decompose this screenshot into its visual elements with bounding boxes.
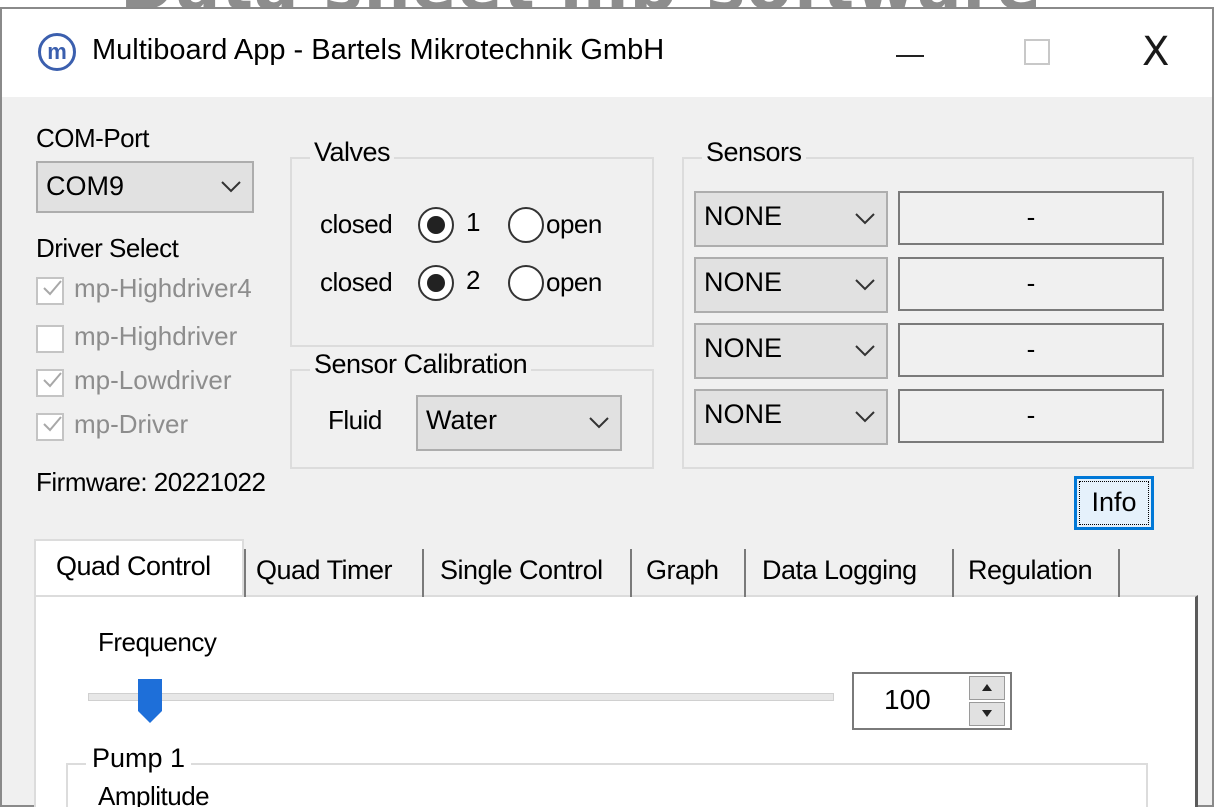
multiboard-logo-icon: m — [38, 33, 76, 71]
valve1-closed-radio[interactable] — [418, 207, 454, 243]
driver-checkbox-label: mp-Lowdriver — [74, 365, 232, 395]
app-window: m Multiboard App - Bartels Mikrotechnik … — [0, 7, 1214, 807]
tab-quad-timer[interactable]: Quad Timer — [256, 545, 416, 597]
spin-down-button[interactable] — [969, 702, 1005, 726]
driver-select-label: Driver Select — [36, 233, 179, 263]
chevron-down-icon — [220, 163, 242, 209]
spin-up-button[interactable] — [969, 676, 1005, 700]
sensor4-readout: - — [898, 389, 1164, 443]
valve2-open-label: open — [546, 267, 602, 297]
frequency-label: Frequency — [98, 627, 217, 657]
sensor-calibration-legend: Sensor Calibration — [310, 349, 532, 380]
tab-data-logging[interactable]: Data Logging — [762, 545, 948, 597]
tab-single-control[interactable]: Single Control — [440, 545, 626, 597]
com-port-select[interactable]: COM9 — [36, 161, 254, 213]
tab-quad-control[interactable]: Quad Control — [34, 539, 244, 595]
sensor2-readout: - — [898, 257, 1164, 311]
pump1-group: Pump 1 — [66, 743, 1148, 807]
pump1-legend: Pump 1 — [86, 743, 192, 774]
driver-checkbox-label: mp-Highdriver4 — [74, 273, 252, 303]
driver-checkbox-highdriver4[interactable]: mp-Highdriver4 — [36, 273, 286, 309]
sensor3-type-select[interactable]: NONE — [694, 323, 888, 379]
sensor3-type-value: NONE — [704, 333, 783, 363]
valves-legend: Valves — [310, 137, 395, 168]
fluid-value: Water — [426, 405, 498, 435]
frequency-input[interactable]: 100 — [852, 672, 1012, 730]
checkbox-box — [36, 413, 64, 441]
sensors-legend: Sensors — [702, 137, 806, 168]
sensor4-type-select[interactable]: NONE — [694, 389, 888, 445]
chevron-down-icon — [588, 397, 610, 447]
maximize-icon — [1024, 39, 1050, 65]
sensor4-type-value: NONE — [704, 399, 783, 429]
firmware-label: Firmware: 20221022 — [36, 467, 266, 497]
tab-graph[interactable]: Graph — [646, 545, 734, 597]
driver-checkbox-driver[interactable]: mp-Driver — [36, 409, 286, 445]
valve1-closed-label: closed — [320, 209, 393, 239]
minimize-icon — [896, 55, 924, 57]
com-port-label: COM-Port — [36, 123, 150, 153]
sensor1-type-value: NONE — [704, 201, 783, 231]
valve2-closed-radio[interactable] — [418, 265, 454, 301]
tab-regulation[interactable]: Regulation — [968, 545, 1118, 597]
amplitude-label: Amplitude — [98, 781, 210, 807]
valve1-open-label: open — [546, 209, 602, 239]
tab-separator — [630, 549, 632, 597]
chevron-down-icon — [854, 259, 876, 309]
valve2-open-radio[interactable] — [508, 265, 544, 301]
valve2-closed-label: closed — [320, 267, 393, 297]
info-button[interactable]: Info — [1074, 476, 1154, 530]
sensor1-type-select[interactable]: NONE — [694, 191, 888, 247]
tab-separator — [244, 549, 246, 597]
driver-checkbox-label: mp-Driver — [74, 409, 189, 439]
tab-separator — [422, 549, 424, 597]
driver-checkbox-highdriver[interactable]: mp-Highdriver — [36, 321, 286, 357]
frequency-slider-track[interactable] — [88, 693, 834, 701]
chevron-down-icon — [854, 391, 876, 441]
chevron-down-icon — [854, 193, 876, 243]
fluid-label: Fluid — [328, 405, 382, 435]
tab-separator — [1118, 549, 1120, 597]
close-button[interactable]: X — [1124, 23, 1194, 79]
checkbox-box — [36, 277, 64, 305]
sensor2-type-select[interactable]: NONE — [694, 257, 888, 313]
frequency-value: 100 — [884, 684, 931, 715]
driver-checkbox-lowdriver[interactable]: mp-Lowdriver — [36, 365, 286, 401]
driver-checkbox-label: mp-Highdriver — [74, 321, 238, 351]
chevron-down-icon — [854, 325, 876, 375]
tab-separator — [744, 549, 746, 597]
close-icon: X — [1142, 29, 1170, 75]
title-bar: m Multiboard App - Bartels Mikrotechnik … — [2, 9, 1212, 97]
frequency-slider-thumb[interactable] — [138, 679, 162, 723]
checkbox-box — [36, 369, 64, 397]
sensor3-readout: - — [898, 323, 1164, 377]
checkbox-box — [36, 325, 64, 353]
minimize-button[interactable] — [876, 23, 946, 79]
valve2-number: 2 — [466, 265, 480, 295]
valve1-open-radio[interactable] — [508, 207, 544, 243]
tab-separator — [952, 549, 954, 597]
focus-outline — [1079, 481, 1149, 525]
window-title: Multiboard App - Bartels Mikrotechnik Gm… — [92, 34, 665, 66]
valve1-number: 1 — [466, 207, 480, 237]
valves-group: Valves — [290, 137, 654, 347]
sensor1-readout: - — [898, 191, 1164, 245]
sensor2-type-value: NONE — [704, 267, 783, 297]
fluid-select[interactable]: Water — [416, 395, 622, 451]
maximize-button[interactable] — [1006, 23, 1076, 79]
com-port-value: COM9 — [46, 171, 125, 201]
